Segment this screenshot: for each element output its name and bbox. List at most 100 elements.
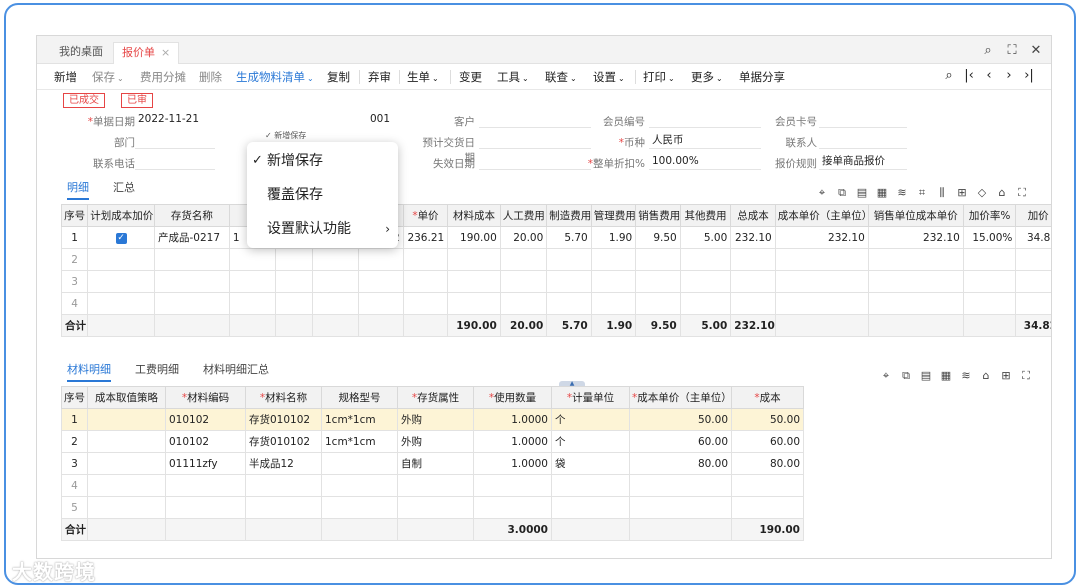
column-header[interactable]: 销售单位成本单价 — [867, 204, 964, 227]
table-cell[interactable]: 9.50 — [635, 226, 681, 249]
table-cell[interactable]: 2 — [61, 430, 88, 453]
table-cell[interactable] — [321, 452, 398, 475]
table-cell[interactable] — [228, 248, 277, 271]
table-cell[interactable] — [397, 474, 474, 497]
table-cell[interactable] — [87, 452, 166, 475]
table-cell[interactable]: 1.0000 — [473, 430, 552, 453]
table-cell[interactable] — [551, 496, 630, 519]
tab-material-detail[interactable]: 材料明细 — [67, 361, 111, 382]
table-cell[interactable] — [321, 496, 398, 519]
table-cell[interactable] — [275, 292, 313, 315]
table-cell[interactable]: 袋 — [551, 452, 630, 475]
table-cell[interactable] — [730, 270, 776, 293]
table-cell[interactable]: 外购 — [397, 430, 474, 453]
menu-item-new-save[interactable]: ✓ 新增保存 — [247, 146, 398, 176]
tab-desktop[interactable]: 我的桌面 — [51, 42, 111, 64]
column-header[interactable]: 序号 — [61, 386, 88, 409]
delete-button[interactable]: 删除 — [199, 69, 222, 85]
column-header[interactable]: 成本取值策略 — [87, 386, 166, 409]
columns-icon[interactable]: ⫼ — [935, 186, 949, 200]
fullscreen-icon[interactable]: ⛶ — [1019, 369, 1033, 383]
table-cell[interactable]: 个 — [551, 430, 630, 453]
table-cell[interactable] — [358, 248, 404, 271]
table-cell[interactable] — [154, 292, 230, 315]
table-row[interactable]: 1✓产成品-02171单阶件266.92236.21190.0020.005.7… — [60, 226, 1051, 249]
column-header[interactable]: 销售费用 — [635, 204, 681, 227]
menu-item-overwrite-save[interactable]: 覆盖保存 — [247, 180, 398, 210]
next-record-icon[interactable]: › — [1001, 67, 1017, 85]
expiry-date-field[interactable] — [479, 154, 591, 170]
table-cell[interactable] — [87, 474, 166, 497]
table-cell[interactable]: 34.82 — [1015, 226, 1051, 249]
table-cell[interactable] — [590, 248, 637, 271]
column-header[interactable]: 加价率% — [962, 204, 1017, 227]
table-cell[interactable] — [962, 292, 1017, 315]
table-cell[interactable] — [87, 430, 166, 453]
table-cell[interactable] — [499, 270, 548, 293]
last-record-icon[interactable]: ›| — [1021, 67, 1037, 85]
table-cell[interactable] — [87, 270, 156, 293]
menu-item-default-function[interactable]: 设置默认功能 › — [247, 214, 398, 244]
print-button[interactable]: 打印 ⌄ — [643, 69, 675, 85]
column-header[interactable]: 材料成本 — [447, 204, 501, 227]
table-cell[interactable]: 232.10 — [774, 226, 869, 249]
table-cell[interactable] — [590, 292, 637, 315]
currency-field[interactable]: 人民币 — [649, 133, 761, 149]
bom-button[interactable]: 生成物料清单 ⌄ — [236, 69, 314, 85]
table-cell[interactable]: 190.00 — [447, 226, 501, 249]
column-header[interactable]: *计量单位 — [551, 386, 630, 409]
table-row[interactable]: 5 — [61, 496, 804, 519]
table-cell[interactable] — [629, 474, 732, 497]
table-cell[interactable]: 80.00 — [731, 452, 804, 475]
home-icon[interactable]: ⌂ — [979, 369, 993, 382]
table-cell[interactable] — [402, 270, 449, 293]
table-row[interactable]: 4 — [61, 474, 804, 497]
table-cell[interactable]: ✓ — [87, 226, 156, 249]
table-cell[interactable]: 个 — [551, 408, 630, 431]
table-cell[interactable] — [499, 292, 548, 315]
table-cell[interactable]: 1.0000 — [473, 452, 552, 475]
table-cell[interactable]: 236.21 — [402, 226, 449, 249]
table-cell[interactable] — [962, 270, 1017, 293]
column-header[interactable]: *材料编码 — [165, 386, 246, 409]
column-header[interactable]: 成本单价（主单位） — [774, 204, 869, 227]
table-cell[interactable] — [635, 292, 681, 315]
column-header[interactable]: 人工费用 — [499, 204, 548, 227]
column-header[interactable]: 存货名称 — [154, 204, 230, 227]
clipboard-icon[interactable]: ▦ — [875, 186, 889, 199]
table-cell[interactable] — [551, 474, 630, 497]
table-cell[interactable]: 4 — [60, 292, 89, 315]
table-cell[interactable] — [774, 248, 869, 271]
checkbox-checked-icon[interactable]: ✓ — [115, 233, 127, 244]
table-cell[interactable]: 1cm*1cm — [321, 408, 398, 431]
table-cell[interactable] — [867, 248, 964, 271]
table-cell[interactable] — [245, 496, 322, 519]
table-row[interactable]: 3 01111zfy 半成品12 自制 1.0000 袋 80.00 80.00 — [61, 452, 804, 475]
table-cell[interactable] — [311, 270, 360, 293]
table-cell[interactable] — [228, 270, 277, 293]
discount-field[interactable]: 100.00% — [649, 154, 761, 170]
table-cell[interactable]: 232.10 — [730, 226, 776, 249]
table-cell[interactable] — [629, 496, 732, 519]
column-header[interactable]: *使用数量 — [473, 386, 552, 409]
table-cell[interactable]: 存货010102 — [245, 408, 322, 431]
table-cell[interactable]: 60.00 — [629, 430, 732, 453]
zoom-search-icon[interactable]: ⌕ — [941, 67, 957, 85]
new-button[interactable]: 新增 — [54, 69, 77, 85]
table-cell[interactable]: 4 — [61, 474, 88, 497]
table-cell[interactable]: 5 — [61, 496, 88, 519]
table-cell[interactable] — [154, 270, 230, 293]
filter-icon[interactable]: ≋ — [895, 186, 909, 199]
table-cell[interactable]: 01111zfy — [165, 452, 246, 475]
table-cell[interactable] — [867, 270, 964, 293]
table-row[interactable]: 2 010102 存货010102 1cm*1cm 外购 1.0000 个 60.00 60.0… — [61, 430, 804, 453]
column-header[interactable]: *存货属性 — [397, 386, 474, 409]
paste-icon[interactable]: ▤ — [919, 369, 933, 382]
close-tab-icon[interactable]: × — [161, 46, 170, 59]
inquiry-button[interactable]: 联查 ⌄ — [545, 69, 577, 85]
delivery-date-field[interactable] — [479, 133, 591, 149]
tab-summary[interactable]: 汇总 — [113, 179, 135, 195]
table-cell[interactable] — [1015, 270, 1051, 293]
column-header[interactable]: 管理费用 — [590, 204, 637, 227]
table-cell[interactable] — [87, 408, 166, 431]
